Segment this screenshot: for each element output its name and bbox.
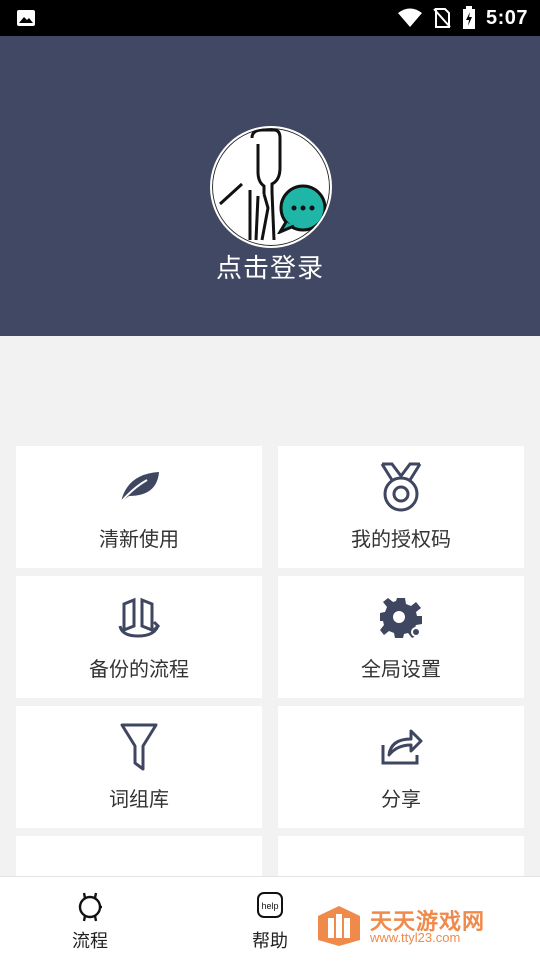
filter-icon <box>120 723 158 771</box>
tile-share[interactable]: 分享 <box>278 706 524 828</box>
status-bar: 5:07 <box>0 0 540 36</box>
status-time: 5:07 <box>485 6 528 29</box>
tile-label: 词组库 <box>109 787 169 811</box>
leaf-icon <box>120 472 159 503</box>
image-notification-icon <box>17 10 35 26</box>
tile-phrase-library[interactable]: 词组库 <box>16 706 262 828</box>
tile-auth-code[interactable]: 我的授权码 <box>278 446 524 568</box>
watermark: 天天游戏网 www.ttyl23.com <box>314 904 504 948</box>
medal-icon <box>380 462 422 512</box>
tile-label: 全局设置 <box>361 657 441 681</box>
chat-bubble-icon <box>277 184 327 234</box>
gear-icon <box>380 598 422 638</box>
tile-label: 分享 <box>381 787 421 811</box>
avatar[interactable] <box>210 126 332 248</box>
wifi-icon <box>397 8 422 27</box>
share-icon <box>381 729 423 765</box>
tile-global-settings[interactable]: 全局设置 <box>278 576 524 698</box>
watch-icon <box>78 892 102 922</box>
help-icon-text: help <box>261 901 278 911</box>
no-sim-icon <box>433 8 451 28</box>
tile-label: 清新使用 <box>99 527 179 551</box>
tile-label: 备份的流程 <box>89 657 189 681</box>
nav-label: 流程 <box>72 931 108 952</box>
battery-charging-icon <box>462 6 475 29</box>
backup-icon <box>118 597 161 638</box>
watermark-url: www.ttyl23.com <box>370 930 461 945</box>
login-link[interactable]: 点击登录 <box>0 248 540 285</box>
nav-flow[interactable]: 流程 <box>0 877 180 961</box>
tile-backup-flows[interactable]: 备份的流程 <box>16 576 262 698</box>
watermark-logo-icon <box>318 906 360 946</box>
help-icon: help <box>257 892 283 918</box>
tile-label: 我的授权码 <box>351 527 451 551</box>
tile-fresh-use[interactable]: 清新使用 <box>16 446 262 568</box>
